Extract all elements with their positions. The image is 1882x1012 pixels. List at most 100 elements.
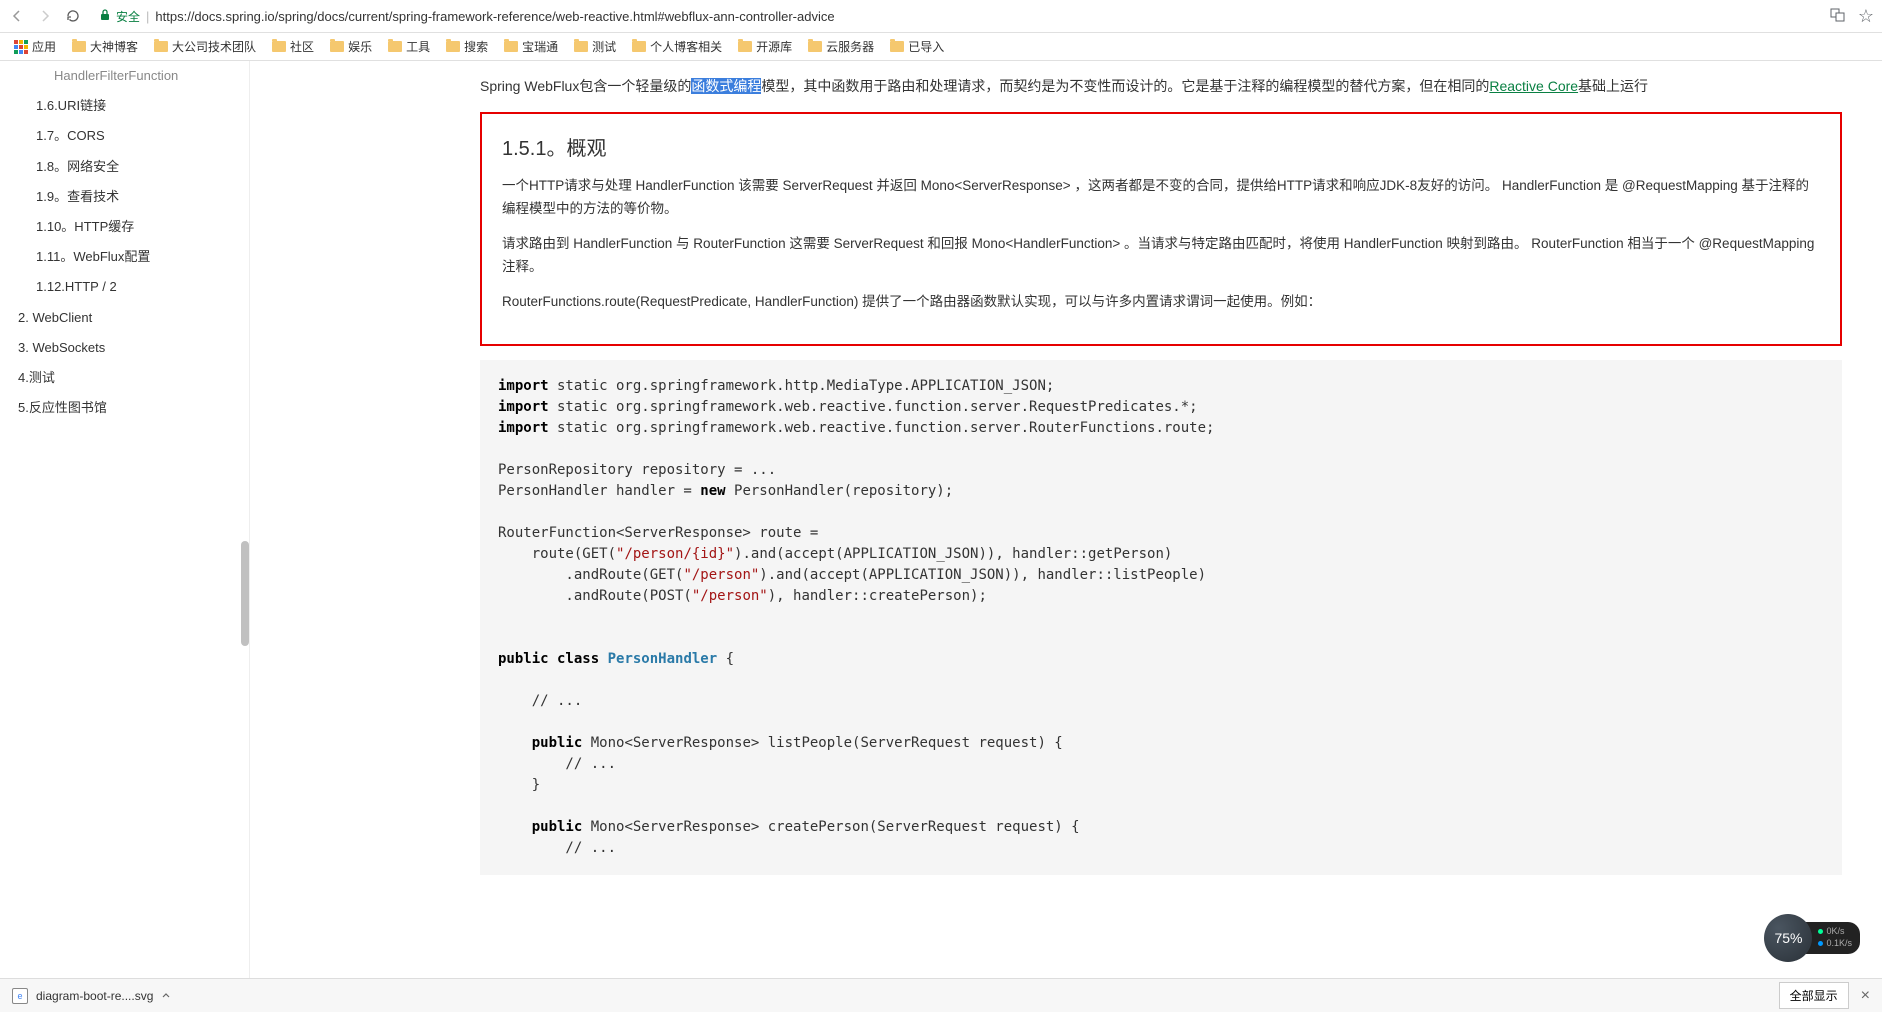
translate-icon[interactable] xyxy=(1830,7,1846,26)
highlighted-section: 1.5.1。概观 一个HTTP请求与处理 HandlerFunction 该需要… xyxy=(480,112,1842,346)
sidebar-toc: HandlerFilterFunction 1.6.URI链接 1.7。CORS… xyxy=(0,61,250,978)
folder-icon xyxy=(446,41,460,52)
bookmark-label: 大神博客 xyxy=(90,38,138,55)
toc-item[interactable]: 1.8。网络安全 xyxy=(0,152,249,182)
toc-item[interactable]: 1.9。查看技术 xyxy=(0,182,249,212)
bookmark-folder[interactable]: 已导入 xyxy=(884,38,950,55)
lock-icon xyxy=(100,9,110,24)
code-class: PersonHandler xyxy=(599,651,717,667)
toc-item[interactable]: 4.测试 xyxy=(0,363,249,393)
reload-button[interactable] xyxy=(64,7,82,25)
star-icon[interactable]: ☆ xyxy=(1858,6,1874,27)
folder-icon xyxy=(738,41,752,52)
code-text: Mono<ServerResponse> createPerson(Server… xyxy=(582,819,1079,835)
bookmark-label: 测试 xyxy=(592,38,616,55)
code-text: Mono<ServerResponse> listPeople(ServerRe… xyxy=(582,735,1062,751)
code-text: // ... xyxy=(498,693,582,709)
code-text: ).and(accept(APPLICATION_JSON)), handler… xyxy=(734,546,1172,562)
bookmark-folder[interactable]: 云服务器 xyxy=(802,38,880,55)
close-bar-icon[interactable]: × xyxy=(1861,987,1870,1005)
bookmark-label: 已导入 xyxy=(908,38,944,55)
code-text: PersonHandler handler = xyxy=(498,483,700,499)
scrollbar-thumb[interactable] xyxy=(241,541,249,646)
show-all-button[interactable]: 全部显示 xyxy=(1779,982,1849,1009)
back-button[interactable] xyxy=(8,7,26,25)
toc-item[interactable]: 1.11。WebFlux配置 xyxy=(0,242,249,272)
code-keyword: public xyxy=(498,735,582,751)
toc-item-partial[interactable]: HandlerFilterFunction xyxy=(0,65,249,91)
upload-speed: 0K/s xyxy=(1826,926,1844,936)
toc-item[interactable]: 1.6.URI链接 xyxy=(0,91,249,121)
folder-icon xyxy=(632,41,646,52)
reactive-core-link[interactable]: Reactive Core xyxy=(1489,78,1578,94)
code-keyword: import xyxy=(498,399,549,415)
code-text: route(GET( xyxy=(498,546,616,562)
bookmark-label: 工具 xyxy=(406,38,430,55)
folder-icon xyxy=(890,41,904,52)
url-separator: | xyxy=(146,9,149,24)
download-filename: diagram-boot-re....svg xyxy=(36,989,153,1003)
section-heading: 1.5.1。概观 xyxy=(502,132,1820,161)
toc-item[interactable]: 3. WebSockets xyxy=(0,333,249,363)
text: 基础上运行 xyxy=(1578,78,1648,94)
code-string: "/person" xyxy=(683,567,759,583)
speed-widget[interactable]: 75% 0K/s 0.1K/s xyxy=(1764,914,1860,962)
bookmark-folder[interactable]: 开源库 xyxy=(732,38,798,55)
chevron-up-icon[interactable] xyxy=(161,989,171,1003)
bookmark-label: 云服务器 xyxy=(826,38,874,55)
bookmark-folder[interactable]: 测试 xyxy=(568,38,622,55)
folder-icon xyxy=(72,41,86,52)
toc-item[interactable]: 5.反应性图书馆 xyxy=(0,393,249,423)
folder-icon xyxy=(272,41,286,52)
toc-item[interactable]: 1.10。HTTP缓存 xyxy=(0,212,249,242)
folder-icon xyxy=(808,41,822,52)
code-text: PersonRepository repository = ... xyxy=(498,462,776,478)
bookmark-folder[interactable]: 工具 xyxy=(382,38,436,55)
percent-value: 75% xyxy=(1774,930,1802,946)
code-text: static org.springframework.web.reactive.… xyxy=(549,399,1198,415)
code-text: .andRoute(POST( xyxy=(498,588,692,604)
apps-button[interactable]: 应用 xyxy=(8,38,62,55)
code-keyword: new xyxy=(700,483,725,499)
folder-icon xyxy=(388,41,402,52)
bookmark-folder[interactable]: 宝瑞通 xyxy=(498,38,564,55)
download-bar: e diagram-boot-re....svg 全部显示 × xyxy=(0,978,1882,1012)
code-block: import static org.springframework.http.M… xyxy=(480,360,1842,875)
bookmark-folder[interactable]: 大神博客 xyxy=(66,38,144,55)
code-text: ).and(accept(APPLICATION_JSON)), handler… xyxy=(759,567,1206,583)
bookmark-folder[interactable]: 娱乐 xyxy=(324,38,378,55)
url-text: https://docs.spring.io/spring/docs/curre… xyxy=(155,9,834,24)
download-item[interactable]: e diagram-boot-re....svg xyxy=(12,988,171,1004)
intro-paragraph: Spring WebFlux包含一个轻量级的函数式编程模型，其中函数用于路由和处… xyxy=(480,75,1842,98)
code-string: "/person" xyxy=(692,588,768,604)
bookmark-label: 宝瑞通 xyxy=(522,38,558,55)
bookmark-folder[interactable]: 大公司技术团队 xyxy=(148,38,262,55)
apps-icon xyxy=(14,40,28,54)
code-keyword: public xyxy=(498,819,582,835)
widget-speeds: 0K/s 0.1K/s xyxy=(1806,922,1860,953)
text: 模型，其中函数用于路由和处理请求，而契约是为不变性而设计的。它是基于注释的编程模… xyxy=(761,78,1489,94)
toc-item[interactable]: 1.12.HTTP / 2 xyxy=(0,272,249,302)
bookmark-folder[interactable]: 个人博客相关 xyxy=(626,38,728,55)
code-string: "/person/{id}" xyxy=(616,546,734,562)
code-text: // ... xyxy=(498,756,616,772)
text: Spring WebFlux包含一个轻量级的 xyxy=(480,78,691,94)
bookmark-label: 社区 xyxy=(290,38,314,55)
bookmark-label: 个人博客相关 xyxy=(650,38,722,55)
code-text: { xyxy=(717,651,734,667)
main-content: Spring WebFlux包含一个轻量级的函数式编程模型，其中函数用于路由和处… xyxy=(250,61,1882,978)
bookmark-folder[interactable]: 社区 xyxy=(266,38,320,55)
bookmark-label: 搜索 xyxy=(464,38,488,55)
bookmark-label: 娱乐 xyxy=(348,38,372,55)
code-text: } xyxy=(498,777,540,793)
paragraph: RouterFunctions.route(RequestPredicate, … xyxy=(502,291,1820,314)
bookmark-folder[interactable]: 搜索 xyxy=(440,38,494,55)
code-keyword: import xyxy=(498,420,549,436)
toc-item[interactable]: 2. WebClient xyxy=(0,303,249,333)
bookmarks-bar: 应用 大神博客 大公司技术团队 社区 娱乐 工具 搜索 宝瑞通 测试 个人博客相… xyxy=(0,33,1882,61)
forward-button[interactable] xyxy=(36,7,54,25)
toc-item[interactable]: 1.7。CORS xyxy=(0,121,249,151)
address-bar[interactable]: 安全 | https://docs.spring.io/spring/docs/… xyxy=(92,8,1820,25)
paragraph: 一个HTTP请求与处理 HandlerFunction 该需要 ServerRe… xyxy=(502,175,1820,221)
bookmark-label: 大公司技术团队 xyxy=(172,38,256,55)
